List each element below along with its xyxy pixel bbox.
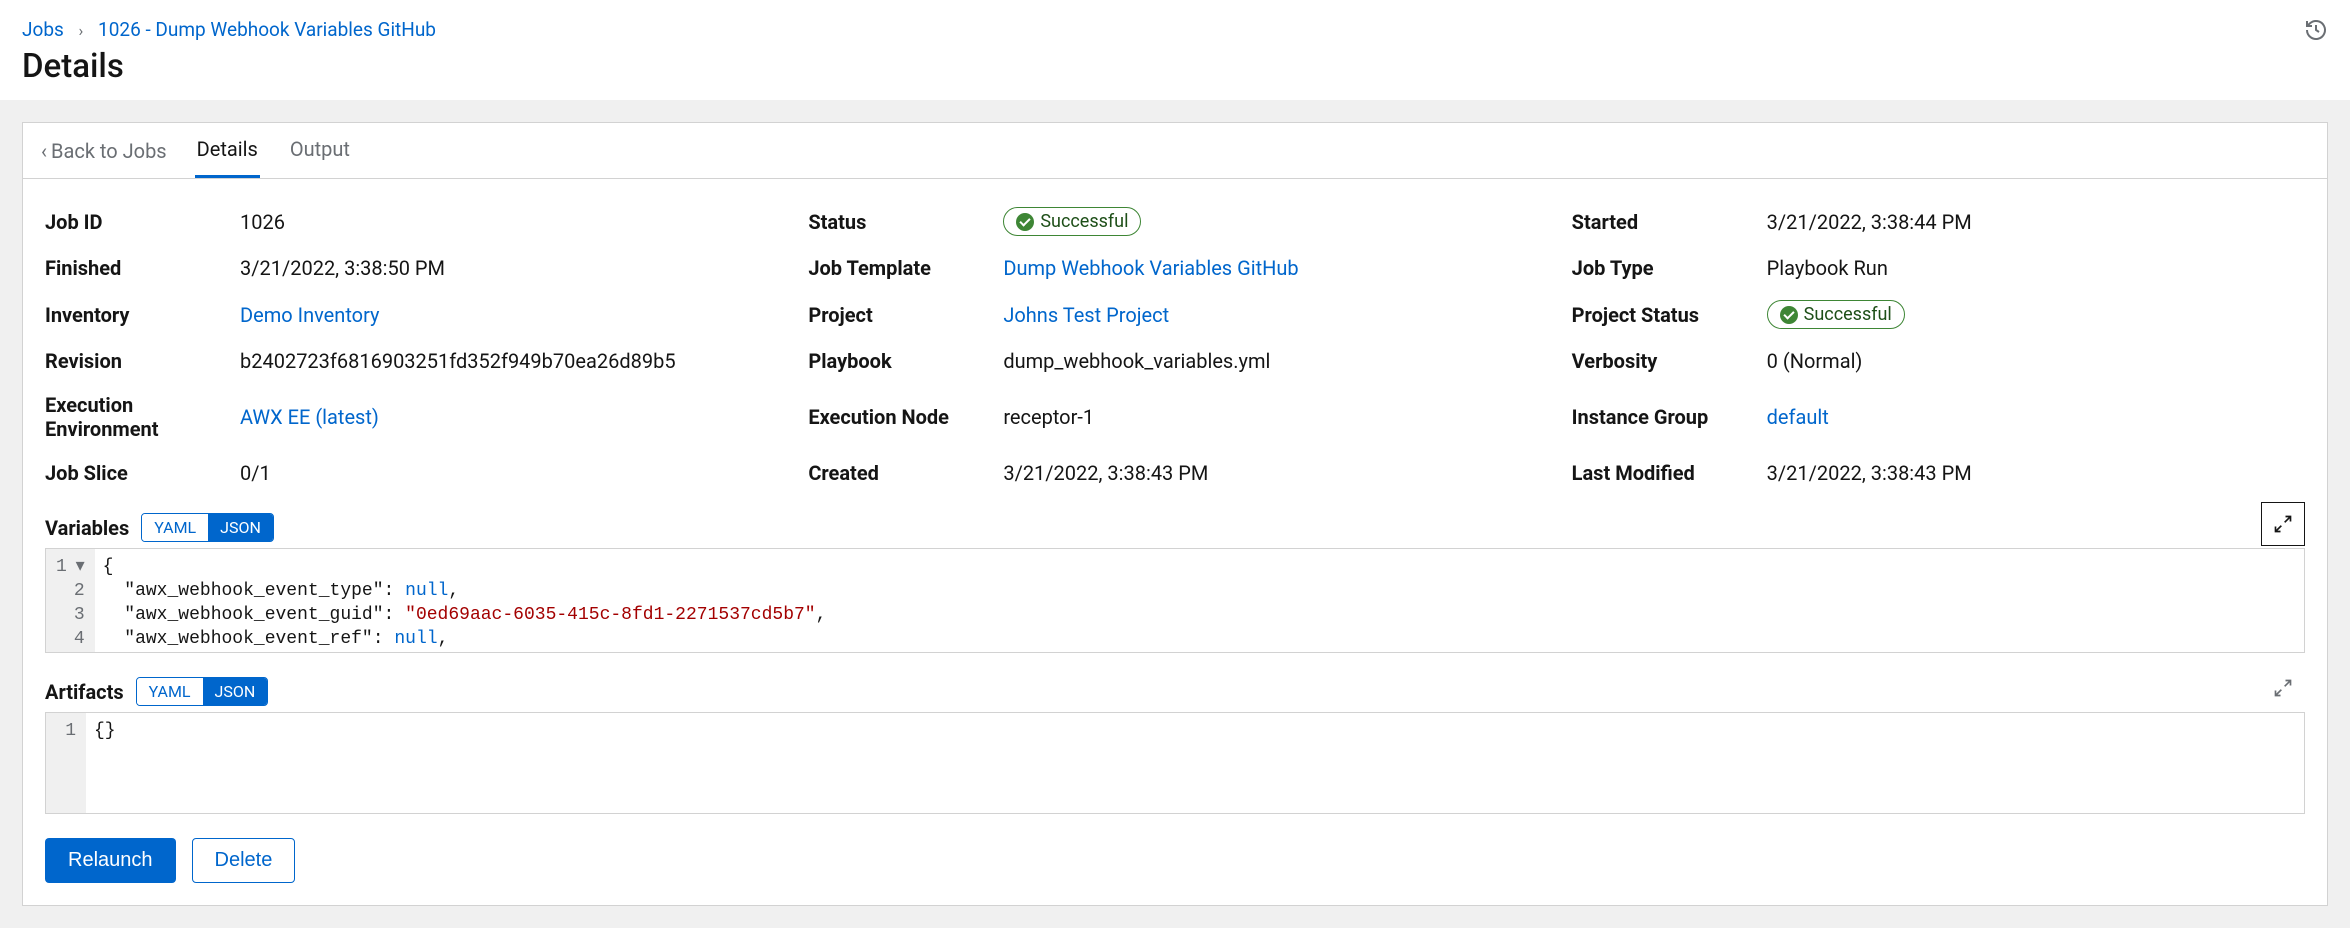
label-project-status: Project Status xyxy=(1572,303,1767,327)
value-playbook: dump_webhook_variables.yml xyxy=(1003,349,1270,373)
label-inventory: Inventory xyxy=(45,303,240,327)
back-label: Back to Jobs xyxy=(51,139,167,163)
label-exec-env: Execution Environment xyxy=(45,393,240,441)
label-artifacts: Artifacts xyxy=(45,680,124,704)
delete-button[interactable]: Delete xyxy=(192,838,296,883)
label-last-modified: Last Modified xyxy=(1572,461,1767,485)
link-job-template[interactable]: Dump Webhook Variables GitHub xyxy=(1003,256,1298,280)
link-exec-env[interactable]: AWX EE (latest) xyxy=(240,405,379,429)
breadcrumb-root[interactable]: Jobs xyxy=(22,18,64,41)
label-status: Status xyxy=(808,210,1003,234)
label-instance-group: Instance Group xyxy=(1572,405,1767,429)
variables-yaml-button[interactable]: YAML xyxy=(142,514,208,541)
link-inventory[interactable]: Demo Inventory xyxy=(240,303,380,327)
relaunch-button[interactable]: Relaunch xyxy=(45,838,176,883)
value-verbosity: 0 (Normal) xyxy=(1767,349,1863,373)
tab-output[interactable]: Output xyxy=(288,123,352,178)
label-job-type: Job Type xyxy=(1572,256,1767,280)
label-job-template: Job Template xyxy=(808,256,1003,280)
artifacts-editor[interactable]: 1 {} xyxy=(45,712,2305,814)
page-title: Details xyxy=(22,47,436,86)
value-revision: b2402723f6816903251fd352f949b70ea26d89b5 xyxy=(240,349,676,373)
editor-code: { "awx_webhook_event_type": null, "awx_w… xyxy=(95,549,2304,652)
value-job-slice: 0/1 xyxy=(240,461,271,485)
editor-gutter: 1 xyxy=(46,713,86,813)
status-badge: Successful xyxy=(1003,207,1141,236)
expand-variables-button[interactable] xyxy=(2261,502,2305,546)
label-project: Project xyxy=(808,303,1003,327)
value-last-modified: 3/21/2022, 3:38:43 PM xyxy=(1767,461,1972,485)
value-exec-node: receptor-1 xyxy=(1003,405,1094,429)
link-instance-group[interactable]: default xyxy=(1767,405,1829,429)
tabs: ‹ Back to Jobs Details Output xyxy=(23,123,2327,179)
chevron-right-icon: › xyxy=(79,21,84,40)
editor-gutter: 1 ▾ 2 3 4 xyxy=(46,549,95,652)
label-created: Created xyxy=(808,461,1003,485)
check-circle-icon xyxy=(1780,306,1798,324)
artifacts-json-button[interactable]: JSON xyxy=(203,678,268,705)
value-finished: 3/21/2022, 3:38:50 PM xyxy=(240,256,445,280)
label-exec-node: Execution Node xyxy=(808,405,1003,429)
label-verbosity: Verbosity xyxy=(1572,349,1767,373)
value-created: 3/21/2022, 3:38:43 PM xyxy=(1003,461,1208,485)
label-finished: Finished xyxy=(45,256,240,280)
variables-editor[interactable]: 1 ▾ 2 3 4 { "awx_webhook_event_type": nu… xyxy=(45,548,2305,653)
breadcrumb: Jobs › 1026 - Dump Webhook Variables Git… xyxy=(22,18,436,41)
label-variables: Variables xyxy=(45,516,129,540)
variables-json-button[interactable]: JSON xyxy=(208,514,273,541)
label-job-slice: Job Slice xyxy=(45,461,240,485)
back-to-jobs-link[interactable]: ‹ Back to Jobs xyxy=(41,125,167,177)
breadcrumb-current[interactable]: 1026 - Dump Webhook Variables GitHub xyxy=(98,18,436,41)
label-started: Started xyxy=(1572,210,1767,234)
artifacts-yaml-button[interactable]: YAML xyxy=(137,678,203,705)
label-playbook: Playbook xyxy=(808,349,1003,373)
check-circle-icon xyxy=(1016,213,1034,231)
history-icon[interactable] xyxy=(2304,18,2328,42)
editor-code: {} xyxy=(86,713,2304,813)
link-project[interactable]: Johns Test Project xyxy=(1003,303,1169,327)
label-job-id: Job ID xyxy=(45,210,240,234)
value-started: 3/21/2022, 3:38:44 PM xyxy=(1767,210,1972,234)
status-text: Successful xyxy=(1040,211,1128,232)
value-job-type: Playbook Run xyxy=(1767,256,1888,280)
chevron-left-icon: ‹ xyxy=(41,139,47,163)
artifacts-format-toggle: YAML JSON xyxy=(136,677,269,706)
expand-artifacts-button[interactable] xyxy=(2261,666,2305,710)
value-job-id: 1026 xyxy=(240,210,285,234)
tab-details[interactable]: Details xyxy=(195,123,260,178)
label-revision: Revision xyxy=(45,349,240,373)
project-status-text: Successful xyxy=(1804,304,1892,325)
project-status-badge: Successful xyxy=(1767,300,1905,329)
variables-format-toggle: YAML JSON xyxy=(141,513,274,542)
